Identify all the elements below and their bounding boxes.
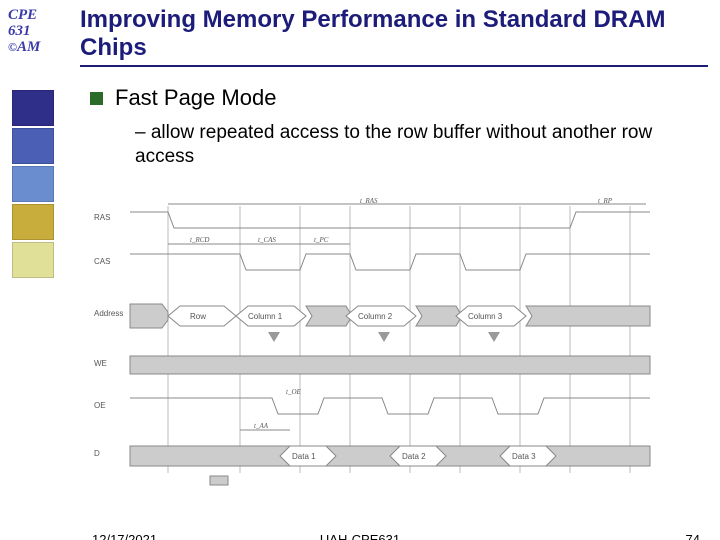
bus-label: Column 1 — [248, 312, 283, 321]
timing-label: t_RAS — [360, 198, 378, 205]
signal-label: CAS — [94, 257, 110, 266]
bullet-marker-icon — [90, 92, 103, 105]
square-icon — [12, 90, 54, 126]
sidebar: CPE 631 AM — [0, 0, 72, 540]
timing-label: t_CAS — [258, 236, 276, 244]
bullet-item: Fast Page Mode — [90, 85, 708, 111]
bus-label: Column 2 — [358, 312, 393, 321]
square-icon — [12, 242, 54, 278]
signal-label: Address — [94, 309, 123, 318]
data-label: Data 1 — [292, 452, 316, 461]
bullet-text: Fast Page Mode — [115, 85, 276, 111]
timing-label: t_PC — [314, 236, 329, 244]
timing-label: t_RCD — [190, 236, 209, 244]
course-logo: CPE 631 AM — [8, 8, 58, 55]
footer-page: 74 — [686, 532, 700, 540]
slide: CPE 631 AM Improving Memory Performance … — [0, 0, 720, 540]
square-icon — [12, 128, 54, 164]
timing-label: t_RP — [598, 198, 613, 205]
logo-line3: AM — [8, 40, 58, 56]
square-icon — [12, 166, 54, 202]
logo-line2: 631 — [8, 24, 58, 40]
bus-label: Row — [190, 312, 206, 321]
data-label: Data 3 — [512, 452, 536, 461]
content-area: Improving Memory Performance in Standard… — [80, 6, 708, 169]
signal-label: D — [94, 449, 100, 458]
timing-label: t_OE — [286, 388, 302, 396]
signal-label: OE — [94, 401, 106, 410]
footer-center: UAH-CPE631 — [0, 532, 720, 540]
signal-label: RAS — [94, 213, 110, 222]
timing-diagram: RAS CAS Address WE OE D t_RAS t_R — [90, 198, 666, 488]
decorative-squares — [12, 90, 56, 280]
slide-title: Improving Memory Performance in Standard… — [80, 6, 708, 67]
square-icon — [12, 204, 54, 240]
sub-bullet-text: allow repeated access to the row buffer … — [135, 121, 678, 169]
timing-label: t_AA — [254, 422, 269, 430]
signal-label: WE — [94, 359, 107, 368]
data-label: Data 2 — [402, 452, 426, 461]
logo-line1: CPE — [8, 8, 58, 24]
bus-label: Column 3 — [468, 312, 503, 321]
